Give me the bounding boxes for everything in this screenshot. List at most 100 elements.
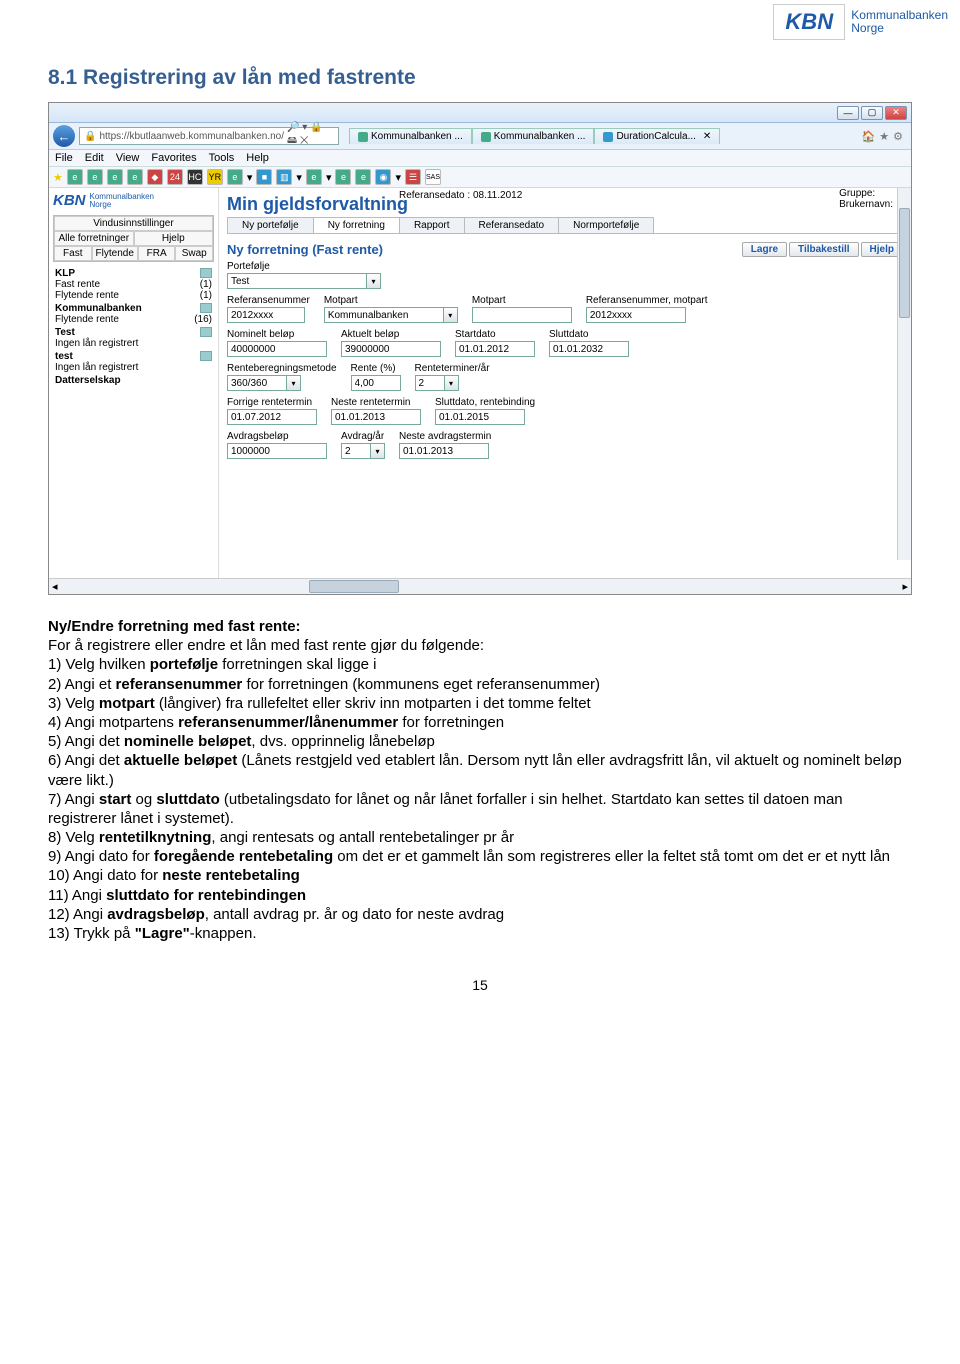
page-header: KBN Kommunalbanken Norge bbox=[0, 0, 960, 40]
fav-icon[interactable]: e bbox=[67, 169, 83, 185]
gear-icon[interactable]: ⚙ bbox=[893, 130, 903, 143]
fav-icon[interactable]: e bbox=[355, 169, 371, 185]
rta-input[interactable] bbox=[415, 375, 445, 391]
forrige-rt-input[interactable] bbox=[227, 409, 317, 425]
address-bar[interactable]: 🔒 https://kbutlaanweb.kommunalbanken.no/… bbox=[79, 127, 339, 145]
menu-favorites[interactable]: Favorites bbox=[151, 152, 196, 164]
fav-icon[interactable]: 24 bbox=[167, 169, 183, 185]
refnr-motpart-input[interactable] bbox=[586, 307, 686, 323]
sidebar-group-head[interactable]: Kommunalbanken bbox=[53, 301, 214, 314]
form-title: Ny forretning (Fast rente) Lagre Tilbake… bbox=[227, 242, 903, 257]
minimize-button[interactable]: — bbox=[837, 106, 859, 120]
favorites-star-icon[interactable]: ★ bbox=[53, 171, 63, 184]
instr-line-4: 4) Angi motpartens referansenummer/lånen… bbox=[48, 713, 912, 732]
fav-icon[interactable]: SAS bbox=[425, 169, 441, 185]
avdrag-ar-select[interactable]: ▾ bbox=[341, 443, 385, 459]
sidebar-btn-alle[interactable]: Alle forretninger bbox=[54, 231, 134, 246]
sidebar-line[interactable]: Flytende rente(16) bbox=[53, 314, 214, 325]
portefolje-input[interactable] bbox=[227, 273, 367, 289]
back-button[interactable]: ← bbox=[53, 125, 75, 147]
fav-icon[interactable]: ☰ bbox=[405, 169, 421, 185]
tab-ny-forretning[interactable]: Ny forretning bbox=[313, 217, 400, 233]
slutt-rb-input[interactable] bbox=[435, 409, 525, 425]
fav-icon[interactable]: e bbox=[335, 169, 351, 185]
vertical-scrollbar[interactable] bbox=[897, 188, 911, 560]
fav-icon[interactable]: e bbox=[107, 169, 123, 185]
tab-ny-portefolje[interactable]: Ny portefølje bbox=[227, 217, 314, 233]
fav-icon[interactable]: e bbox=[127, 169, 143, 185]
sidebar-btn-flytende[interactable]: Flytende bbox=[92, 246, 138, 261]
home-icon[interactable]: 🏠 bbox=[862, 130, 876, 143]
motpart-select[interactable]: ▾ bbox=[324, 307, 458, 323]
close-button[interactable]: ✕ bbox=[885, 106, 907, 120]
sidebar-btn-hjelp[interactable]: Hjelp bbox=[134, 231, 214, 246]
menu-view[interactable]: View bbox=[116, 152, 140, 164]
refnr-input[interactable] bbox=[227, 307, 305, 323]
fav-icon[interactable]: ◆ bbox=[147, 169, 163, 185]
fav-icon[interactable]: HC bbox=[187, 169, 203, 185]
menu-edit[interactable]: Edit bbox=[85, 152, 104, 164]
sidebar-btn-fast[interactable]: Fast bbox=[54, 246, 92, 261]
rente-input[interactable] bbox=[351, 375, 401, 391]
sidebar-line[interactable]: Flytende rente(1) bbox=[53, 290, 214, 301]
tab-kommunalbanken-2[interactable]: Kommunalbanken ... bbox=[472, 128, 595, 144]
sidebar-group-head[interactable]: KLP bbox=[53, 266, 214, 279]
sidebar: KBN KommunalbankenNorge Vindusinnstillin… bbox=[49, 188, 219, 578]
tab-kommunalbanken-1[interactable]: Kommunalbanken ... bbox=[349, 128, 472, 144]
horizontal-scrollbar[interactable]: ◂ ▸ bbox=[49, 578, 911, 594]
tab-durationcalc[interactable]: DurationCalcula...✕ bbox=[594, 128, 720, 144]
rta-select[interactable]: ▾ bbox=[415, 375, 490, 391]
sidebar-btn-fra[interactable]: FRA bbox=[138, 246, 176, 261]
tab-referansedato[interactable]: Referansedato bbox=[464, 217, 560, 233]
tab-normportefolje[interactable]: Normportefølje bbox=[558, 217, 654, 233]
neste-at-input[interactable] bbox=[399, 443, 489, 459]
neste-at-label: Neste avdragstermin bbox=[399, 431, 491, 442]
tab-rapport[interactable]: Rapport bbox=[399, 217, 465, 233]
fav-icon[interactable]: e bbox=[87, 169, 103, 185]
folder-icon bbox=[200, 327, 212, 337]
sidebar-group-head[interactable]: Datterselskap bbox=[53, 373, 214, 386]
aktuelt-input[interactable] bbox=[341, 341, 441, 357]
kbn-logo-abbrev: KBN bbox=[773, 4, 845, 40]
menu-tools[interactable]: Tools bbox=[209, 152, 235, 164]
motpart-dd-input[interactable] bbox=[324, 307, 444, 323]
browser-nav-bar: ← 🔒 https://kbutlaanweb.kommunalbanken.n… bbox=[49, 123, 911, 150]
motpart-txt-input[interactable] bbox=[472, 307, 572, 323]
sidebar-group-head[interactable]: Test bbox=[53, 325, 214, 338]
startdato-input[interactable] bbox=[455, 341, 535, 357]
main-panel: Referansedato : 08.11.2012 Gruppe:Bruker… bbox=[219, 188, 911, 578]
star-icon[interactable]: ★ bbox=[879, 130, 889, 143]
chevron-down-icon[interactable]: ▾ bbox=[395, 171, 401, 184]
sidebar-group-head[interactable]: test bbox=[53, 349, 214, 362]
scrollbar-thumb[interactable] bbox=[309, 580, 399, 593]
sidebar-btn-swap[interactable]: Swap bbox=[175, 246, 213, 261]
scroll-left-icon[interactable]: ◂ bbox=[49, 580, 61, 593]
lagre-button[interactable]: Lagre bbox=[742, 242, 787, 257]
chevron-down-icon[interactable]: ▾ bbox=[247, 171, 253, 184]
rbm-select[interactable]: ▾ bbox=[227, 375, 337, 391]
chevron-down-icon: ▾ bbox=[371, 443, 385, 459]
fav-icon[interactable]: ■ bbox=[256, 169, 272, 185]
menu-file[interactable]: File bbox=[55, 152, 73, 164]
chevron-down-icon[interactable]: ▾ bbox=[326, 171, 332, 184]
maximize-button[interactable]: ▢ bbox=[861, 106, 883, 120]
rbm-input[interactable] bbox=[227, 375, 287, 391]
avdragsbelop-input[interactable] bbox=[227, 443, 327, 459]
avdrag-ar-input[interactable] bbox=[341, 443, 371, 459]
sluttdato-input[interactable] bbox=[549, 341, 629, 357]
fav-icon[interactable]: e bbox=[227, 169, 243, 185]
portefolje-select[interactable]: ▾ bbox=[227, 273, 381, 289]
chevron-down-icon[interactable]: ▾ bbox=[296, 171, 302, 184]
sidebar-line[interactable]: Fast rente(1) bbox=[53, 279, 214, 290]
menu-help[interactable]: Help bbox=[246, 152, 269, 164]
scroll-right-icon[interactable]: ▸ bbox=[899, 580, 911, 593]
neste-rt-input[interactable] bbox=[331, 409, 421, 425]
scrollbar-thumb[interactable] bbox=[899, 208, 910, 318]
fav-icon[interactable]: e bbox=[306, 169, 322, 185]
url-text: https://kbutlaanweb.kommunalbanken.no/ bbox=[99, 131, 284, 142]
fav-icon[interactable]: YR bbox=[207, 169, 223, 185]
fav-icon[interactable]: ▥ bbox=[276, 169, 292, 185]
nominelt-input[interactable] bbox=[227, 341, 327, 357]
tilbakestill-button[interactable]: Tilbakestill bbox=[789, 242, 859, 257]
fav-icon[interactable]: ◉ bbox=[375, 169, 391, 185]
